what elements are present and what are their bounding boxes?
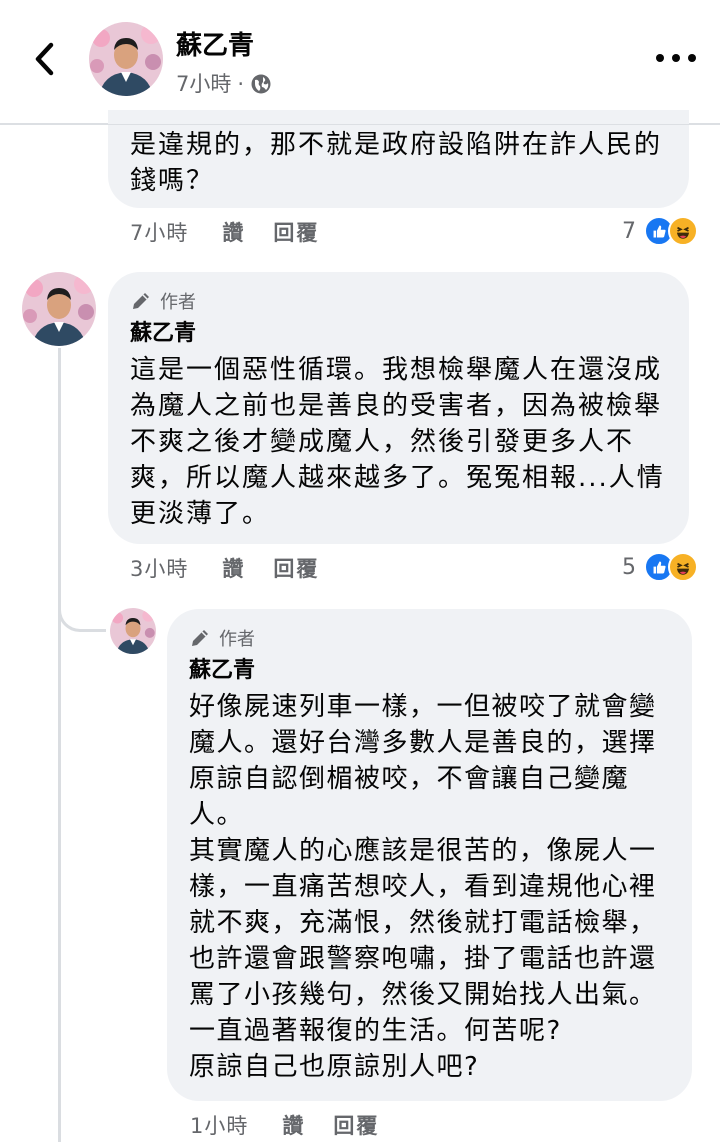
header-divider: [0, 124, 720, 125]
author-badge-label: 作者: [219, 629, 255, 650]
like-button[interactable]: 讚: [222, 217, 245, 247]
pencil-icon: [133, 293, 149, 309]
more-options-button[interactable]: [656, 46, 696, 70]
avatar[interactable]: [110, 608, 156, 654]
back-button[interactable]: [26, 38, 62, 80]
author-badge-label: 作者: [160, 292, 196, 313]
thread-line: [58, 348, 61, 1142]
reaction-summary[interactable]: 5: [622, 550, 698, 584]
comment-time[interactable]: 1小時: [190, 1110, 248, 1140]
haha-icon: [668, 216, 698, 246]
comment-text: 這是一個惡性循環。我想檢舉魔人在還沒成 為魔人之前也是善良的受害者，因為被檢舉 …: [130, 355, 665, 529]
reply-button[interactable]: 回覆: [333, 1110, 379, 1140]
haha-icon: [668, 552, 698, 582]
comment-time[interactable]: 3小時: [130, 553, 188, 583]
pencil-icon: [192, 630, 208, 646]
post-header: 蘇乙青 7小時 ·: [0, 0, 720, 124]
comment-time[interactable]: 7小時: [130, 217, 188, 247]
avatar[interactable]: [22, 272, 96, 346]
like-button[interactable]: 讚: [222, 553, 245, 583]
meta-separator: ·: [237, 72, 245, 96]
avatar[interactable]: [89, 22, 163, 96]
comment-bubble: 作者 蘇乙青 這是一個惡性循環。我想檢舉魔人在還沒成 為魔人之前也是善良的受害者…: [108, 272, 689, 544]
comment-actions: 3小時 讚 回覆: [130, 553, 347, 583]
reaction-summary[interactable]: 7: [622, 214, 698, 248]
globe-icon: [251, 74, 271, 94]
comment-bubble: 作者 蘇乙青 好像屍速列車一樣，一但被咬了就會變 魔人。還好台灣多數人是善良的，…: [167, 609, 692, 1101]
author-badge: 作者: [130, 288, 665, 314]
comment-text: 好像屍速列車一樣，一但被咬了就會變 魔人。還好台灣多數人是善良的，選擇 原諒自認…: [189, 692, 657, 1082]
thread-connector: [58, 586, 106, 632]
more-icon: [656, 54, 664, 62]
post-time[interactable]: 7小時: [176, 70, 231, 98]
comment-actions: 1小時 讚 回覆: [190, 1110, 407, 1140]
author-badge: 作者: [189, 625, 657, 651]
reply-button[interactable]: 回覆: [273, 553, 319, 583]
reaction-count: 5: [622, 554, 636, 580]
like-button[interactable]: 讚: [282, 1110, 305, 1140]
reply-button[interactable]: 回覆: [273, 217, 319, 247]
post-meta: 7小時 ·: [176, 70, 272, 98]
comment-text: 是違規的，那不就是政府設陷阱在詐人民的 錢嗎？: [130, 130, 663, 196]
back-chevron-icon: [35, 42, 54, 76]
comment-author-name[interactable]: 蘇乙青: [189, 655, 657, 687]
post-author-name[interactable]: 蘇乙青: [176, 28, 254, 64]
comment-author-name[interactable]: 蘇乙青: [130, 318, 665, 350]
comment-actions: 7小時 讚 回覆: [130, 217, 347, 247]
reaction-count: 7: [622, 218, 636, 244]
